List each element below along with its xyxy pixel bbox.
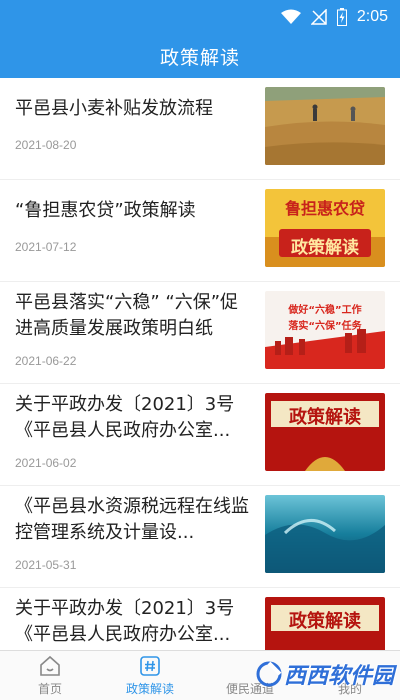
no-signal-icon [310, 9, 327, 25]
thumb-text: 落实“六保”任务 [288, 321, 362, 332]
news-date: 2021-06-22 [15, 354, 77, 368]
tab-label: 首页 [37, 682, 62, 696]
news-date: 2021-07-12 [15, 240, 77, 254]
news-title: 关于平政办发〔2021〕3号《平邑县人民政府办公室... [15, 598, 235, 645]
news-title: 关于平政办发〔2021〕3号《平邑县人民政府办公室... [15, 394, 235, 441]
news-item[interactable]: 《平邑县水资源税远程在线监控管理系统及计量设... 2021-05-31 [0, 486, 400, 588]
hashtag-icon [140, 656, 160, 676]
news-thumbnail-policy-red: 政策解读 [265, 393, 385, 471]
news-thumbnail-policy-banner: 做好“六稳”工作 落实“六保”任务 [265, 291, 385, 369]
news-date: 2021-05-31 [15, 558, 77, 572]
watermark-logo: 西西软件园 [256, 652, 394, 696]
watermark-icon [256, 661, 282, 687]
news-date: 2021-08-20 [15, 138, 77, 152]
news-list[interactable]: 平邑县小麦补贴发放流程 2021-08-20 “鲁担惠农贷”政策解读 2021-… [0, 78, 400, 650]
news-thumbnail-policy-red: 政策解读 [265, 597, 385, 650]
wifi-icon [280, 9, 301, 25]
news-item[interactable]: 关于平政办发〔2021〕3号《平邑县人民政府办公室... 政策解读 [0, 588, 400, 650]
news-title: 平邑县小麦补贴发放流程 [15, 98, 213, 119]
news-thumbnail-water-wave [265, 495, 385, 573]
news-title: 平邑县落实“六稳” “六保”促进高质量发展政策明白纸 [15, 292, 239, 339]
watermark-text: 西西软件园 [283, 664, 394, 689]
news-thumbnail-wheat-field [265, 87, 385, 165]
news-thumbnail-loan-banner: 鲁担惠农贷 政策解读 [265, 189, 385, 267]
news-title: 《平邑县水资源税远程在线监控管理系统及计量设... [15, 496, 249, 543]
home-icon [40, 655, 60, 676]
news-title: “鲁担惠农贷”政策解读 [15, 200, 196, 221]
news-date: 2021-06-02 [15, 456, 77, 470]
thumb-text: 政策解读 [289, 407, 361, 428]
tab-label: 政策解读 [125, 682, 174, 696]
news-item[interactable]: 平邑县小麦补贴发放流程 2021-08-20 [0, 78, 400, 180]
news-item[interactable]: 关于平政办发〔2021〕3号《平邑县人民政府办公室... 2021-06-02 … [0, 384, 400, 486]
status-bar: 2:05 [0, 0, 400, 34]
tab-home[interactable]: 首页 [0, 651, 100, 700]
thumb-text: 做好“六稳”工作 [288, 305, 362, 316]
thumb-text: 政策解读 [289, 611, 361, 632]
page-title-bar: 政策解读 [0, 34, 400, 78]
status-time: 2:05 [356, 8, 388, 25]
tab-policy[interactable]: 政策解读 [100, 651, 200, 700]
thumb-text: 政策解读 [291, 238, 359, 258]
news-item[interactable]: “鲁担惠农贷”政策解读 2021-07-12 鲁担惠农贷 政策解读 [0, 180, 400, 282]
thumb-text: 鲁担惠农贷 [284, 199, 365, 218]
battery-charging-icon [336, 8, 347, 26]
page-title: 政策解读 [159, 46, 240, 69]
news-item[interactable]: 平邑县落实“六稳” “六保”促进高质量发展政策明白纸 2021-06-22 做好… [0, 282, 400, 384]
